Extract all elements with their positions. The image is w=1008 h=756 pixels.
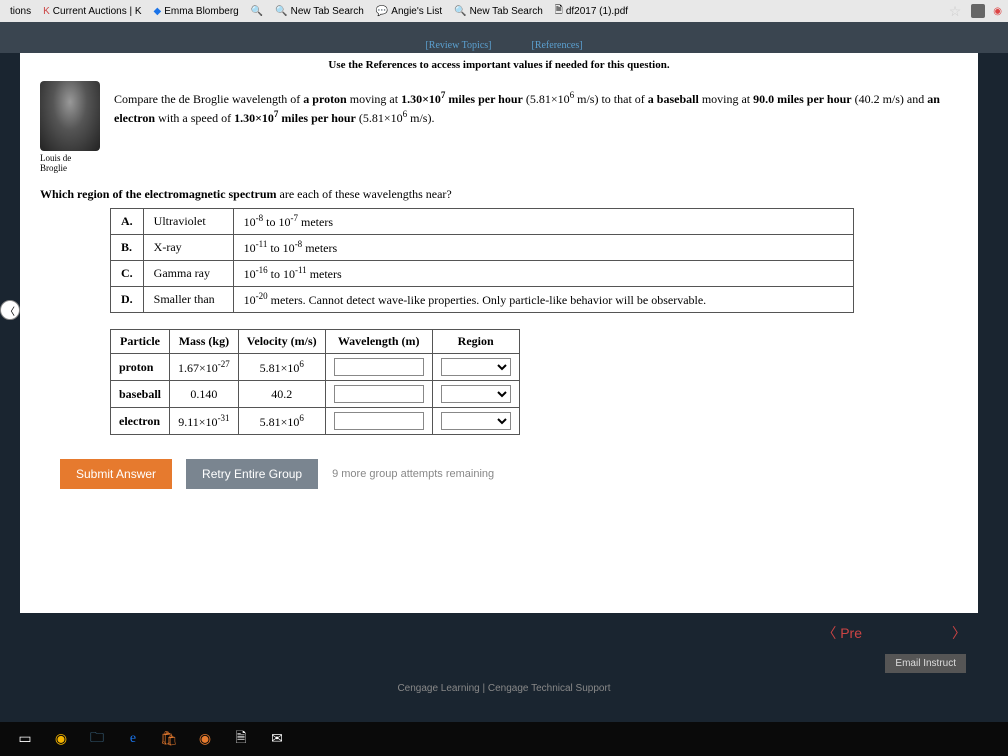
wavelength-input-proton[interactable] — [334, 358, 424, 376]
tab-item[interactable]: 🔍 — [247, 6, 267, 17]
store-icon[interactable]: 🛍 — [158, 728, 180, 750]
angies-icon: 💬 — [376, 6, 388, 17]
table-row: A.Ultraviolet10-8 to 10-7 meters — [111, 209, 854, 235]
action-buttons: Submit Answer Retry Entire Group 9 more … — [60, 459, 958, 489]
spectrum-table: A.Ultraviolet10-8 to 10-7 meters B.X-ray… — [110, 208, 854, 313]
table-row: B.X-ray10-11 to 10-8 meters — [111, 235, 854, 261]
tab-item[interactable]: 🔍New Tab Search — [450, 6, 547, 17]
tab-item[interactable]: 🗎df2017 (1).pdf — [551, 3, 632, 20]
explorer-icon[interactable]: 🗀 — [86, 728, 108, 750]
review-topics-link[interactable]: [Review Topics] — [425, 40, 491, 51]
tab-item[interactable]: KCurrent Auctions | K — [39, 6, 145, 17]
page-header-links: [Review Topics] [References] — [0, 38, 1008, 53]
tab-item[interactable]: ◆Emma Blomberg — [150, 6, 243, 17]
table-row: baseball 0.140 40.2 — [111, 381, 520, 408]
mail-icon[interactable]: ✉ — [266, 728, 288, 750]
scientist-column: Louis de Broglie — [40, 81, 100, 173]
region-select-electron[interactable] — [441, 412, 511, 430]
chrome-icon[interactable]: ◉ — [50, 728, 72, 750]
wavelength-input-electron[interactable] — [334, 412, 424, 430]
table-row: C.Gamma ray10-16 to 10-11 meters — [111, 261, 854, 287]
toolbar-spacer — [0, 22, 1008, 38]
problem-statement: Compare the de Broglie wavelength of a p… — [114, 81, 958, 127]
footer-text: Cengage Learning | Cengage Technical Sup… — [0, 683, 1008, 694]
auction-icon: K — [43, 6, 50, 17]
table-header-row: ParticleMass (kg)Velocity (m/s)Wavelengt… — [111, 330, 520, 354]
browser-tab-strip: tions KCurrent Auctions | K ◆Emma Blombe… — [0, 0, 1008, 22]
tag-icon: ◆ — [154, 6, 162, 17]
region-select-proton[interactable] — [441, 358, 511, 376]
scientist-portrait — [40, 81, 100, 151]
prev-page-chevron-icon[interactable]: 〈 — [0, 300, 20, 320]
nav-arrows: 〈 Pre 〉 — [822, 623, 966, 643]
attempts-remaining: 9 more group attempts remaining — [332, 468, 494, 480]
retry-group-button[interactable]: Retry Entire Group — [186, 459, 318, 489]
search-icon: 🔍 — [275, 6, 287, 17]
taskview-icon[interactable]: ▭ — [14, 728, 36, 750]
submit-answer-button[interactable]: Submit Answer — [60, 459, 172, 489]
table-row: D.Smaller than10-20 meters. Cannot detec… — [111, 287, 854, 313]
scientist-name: Louis de Broglie — [40, 153, 100, 173]
wavelength-input-baseball[interactable] — [334, 385, 424, 403]
bookmark-star-icon[interactable]: ☆ — [949, 3, 962, 20]
windows-taskbar: ▭ ◉ 🗀 e 🛍 ◉ 🗎 ✉ — [0, 722, 1008, 756]
tab-item[interactable]: 🔍New Tab Search — [271, 6, 368, 17]
references-link[interactable]: [References] — [531, 40, 582, 51]
search-icon: 🔍 — [454, 6, 466, 17]
question-content: Use the References to access important v… — [20, 53, 978, 613]
file-icon: 🗎 — [555, 3, 563, 20]
region-select-baseball[interactable] — [441, 385, 511, 403]
next-button[interactable]: 〉 — [952, 623, 966, 643]
search-icon: 🔍 — [251, 6, 263, 17]
file-icon[interactable]: 🗎 — [230, 728, 252, 750]
email-instructor-button[interactable]: Email Instruct — [885, 654, 966, 673]
tab-item[interactable]: tions — [6, 6, 35, 17]
question-prompt: Which region of the electromagnetic spec… — [40, 187, 958, 202]
extension-icon[interactable]: ◉ — [993, 6, 1002, 17]
table-row: electron 9.11×10-31 5.81×106 — [111, 408, 520, 435]
extension-icon[interactable] — [971, 4, 985, 18]
particle-table: ParticleMass (kg)Velocity (m/s)Wavelengt… — [110, 329, 520, 435]
table-row: proton 1.67×10-27 5.81×106 — [111, 354, 520, 381]
firefox-icon[interactable]: ◉ — [194, 728, 216, 750]
prev-button[interactable]: 〈 Pre — [822, 623, 862, 643]
instruction-text: Use the References to access important v… — [40, 59, 958, 71]
tab-item[interactable]: 💬Angie's List — [372, 6, 446, 17]
edge-icon[interactable]: e — [122, 728, 144, 750]
